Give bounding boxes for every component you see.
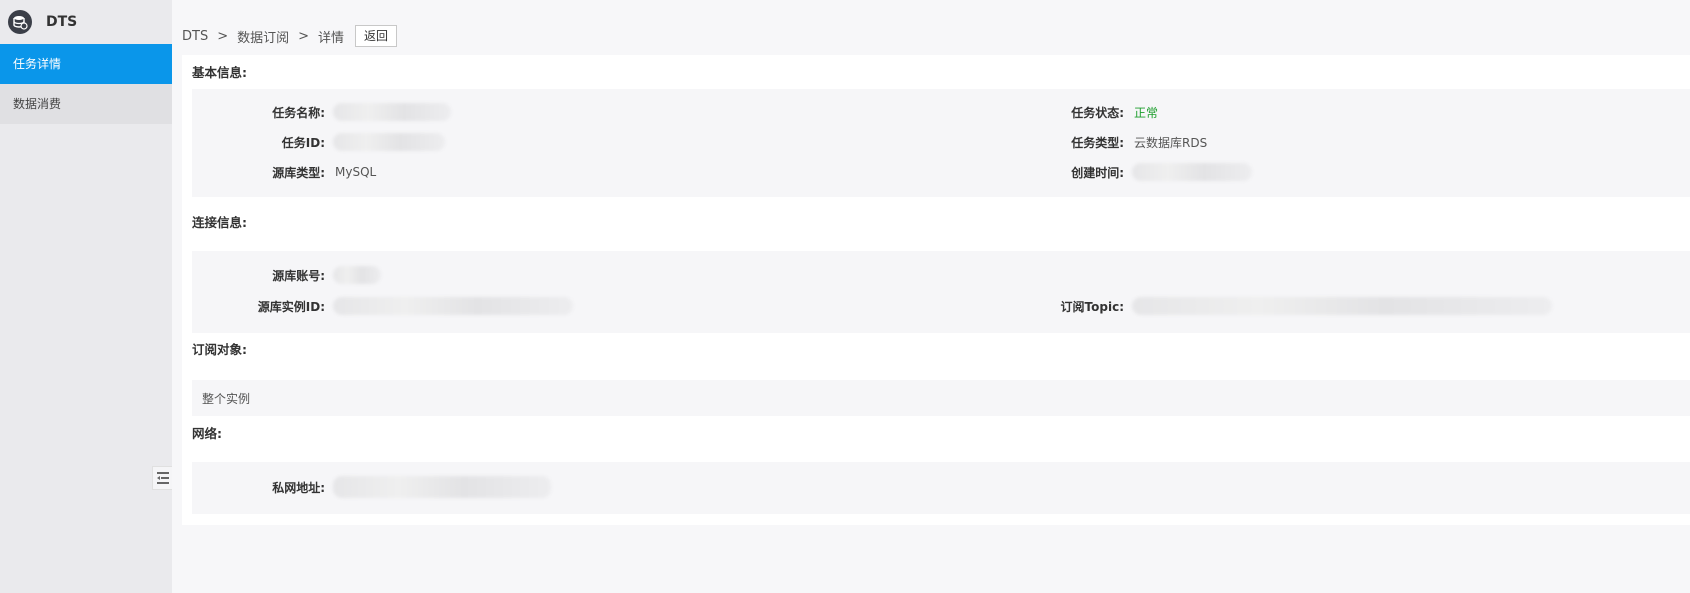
field-topic: 订阅Topic: [1038, 297, 1552, 315]
redacted-value [333, 103, 451, 121]
section-title-subscription: 订阅对象: [192, 342, 247, 357]
brand: DTS [0, 0, 172, 44]
field-task-status: 任务状态: 正常 [1038, 103, 1158, 121]
detail-panel: 基本信息: 任务名称: 任务ID: 源库类型: MySQL 任务状态: 正常 任… [182, 55, 1690, 525]
redacted-value [333, 133, 445, 151]
field-task-name: 任务名称: [192, 103, 451, 121]
sidebar-item-data-consume[interactable]: 数据消费 [0, 84, 172, 124]
redacted-value [333, 297, 573, 315]
field-value: 云数据库RDS [1134, 135, 1208, 150]
subscription-block: 整个实例 [192, 380, 1690, 416]
breadcrumb: DTS > 数据订阅 > 详情 返回 [182, 25, 398, 47]
field-label: 订阅Topic: [1060, 299, 1124, 314]
status-badge: 正常 [1134, 105, 1159, 120]
field-private-address: 私网地址: [192, 476, 551, 498]
field-source-instance: 源库实例ID: [192, 297, 573, 315]
field-label: 源库账号: [272, 268, 325, 283]
breadcrumb-item-detail: 详情 [318, 30, 345, 46]
breadcrumb-separator: > [298, 28, 310, 44]
field-label: 源库实例ID: [257, 299, 325, 314]
redacted-value [1132, 163, 1252, 181]
back-button[interactable]: 返回 [355, 25, 398, 47]
collapse-icon [156, 472, 169, 484]
breadcrumb-item-dts[interactable]: DTS [182, 29, 208, 44]
field-label: 任务名称: [272, 105, 325, 120]
brand-name: DTS [46, 14, 78, 30]
field-source-account: 源库账号: [192, 266, 381, 284]
field-label: 私网地址: [272, 480, 325, 495]
field-label: 源库类型: [272, 165, 325, 180]
field-label: 任务类型: [1071, 135, 1124, 150]
field-label: 任务ID: [281, 135, 325, 150]
main-content: DTS > 数据订阅 > 详情 返回 基本信息: 任务名称: 任务ID: 源库类… [172, 0, 1690, 593]
section-title-basic: 基本信息: [192, 65, 247, 80]
redacted-value [333, 476, 551, 498]
field-label: 任务状态: [1071, 105, 1124, 120]
breadcrumb-separator: > [217, 28, 229, 44]
connection-info-block: 源库账号: 源库实例ID: 订阅Topic: [192, 251, 1690, 333]
field-value: MySQL [335, 165, 377, 179]
field-task-type: 任务类型: 云数据库RDS [1038, 133, 1207, 151]
sidebar: DTS 任务详情 数据消费 [0, 0, 172, 593]
breadcrumb-item-subscription[interactable]: 数据订阅 [237, 27, 289, 46]
field-label: 创建时间: [1071, 165, 1124, 180]
sidebar-collapse-button[interactable] [152, 466, 172, 490]
section-title-network: 网络: [192, 426, 222, 441]
database-icon [8, 10, 32, 34]
field-created-time: 创建时间: [1038, 163, 1252, 181]
network-block: 私网地址: [192, 462, 1690, 514]
basic-info-block: 任务名称: 任务ID: 源库类型: MySQL 任务状态: 正常 任务类型: 云… [192, 89, 1690, 197]
subscription-value: 整个实例 [202, 392, 251, 406]
section-title-connection: 连接信息: [192, 215, 247, 230]
field-task-id: 任务ID: [192, 133, 445, 151]
redacted-value [1132, 297, 1552, 315]
sidebar-item-task-detail[interactable]: 任务详情 [0, 44, 172, 84]
app-root: DTS 任务详情 数据消费 DTS > 数据订阅 > 详情 返回 基本信息: 任 [0, 0, 1690, 593]
redacted-value [333, 266, 381, 284]
field-source-type: 源库类型: MySQL [192, 163, 376, 181]
